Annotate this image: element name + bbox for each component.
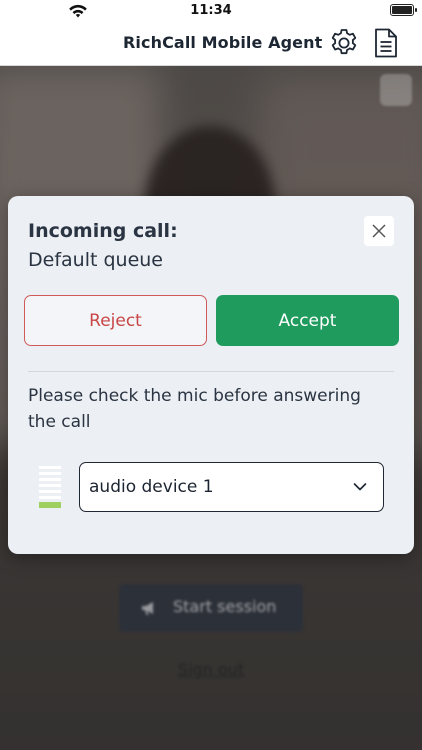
camera-switch-icon <box>380 74 412 106</box>
chevron-down-icon <box>353 483 367 491</box>
app-header: RichCall Mobile Agent <box>0 22 422 66</box>
incoming-call-heading: Incoming call: <box>28 220 178 242</box>
sign-out-link: Sign out <box>177 660 245 679</box>
audio-device-select[interactable]: audio device 1 <box>79 462 384 512</box>
divider <box>28 371 394 372</box>
mic-check-note: Please check the mic before answering th… <box>28 386 361 432</box>
incoming-call-dialog: Incoming call: Default queue Reject Acce… <box>8 196 414 554</box>
accept-button[interactable]: Accept <box>216 295 399 346</box>
mic-level-meter <box>39 466 61 508</box>
status-time: 11:34 <box>190 3 232 18</box>
battery-icon <box>390 4 417 16</box>
queue-name: Default queue <box>28 249 163 271</box>
app-title: RichCall Mobile Agent <box>123 33 323 52</box>
selected-audio-device: audio device 1 <box>89 477 214 497</box>
megaphone-icon <box>142 602 153 615</box>
document-icon[interactable] <box>372 27 400 59</box>
close-icon <box>372 224 386 238</box>
start-session-button: Start session <box>119 584 303 632</box>
start-session-label: Start session <box>173 597 277 616</box>
gear-icon[interactable] <box>328 27 360 59</box>
status-bar: 11:34 <box>0 0 422 22</box>
reject-button[interactable]: Reject <box>24 295 207 346</box>
close-button[interactable] <box>364 216 394 246</box>
